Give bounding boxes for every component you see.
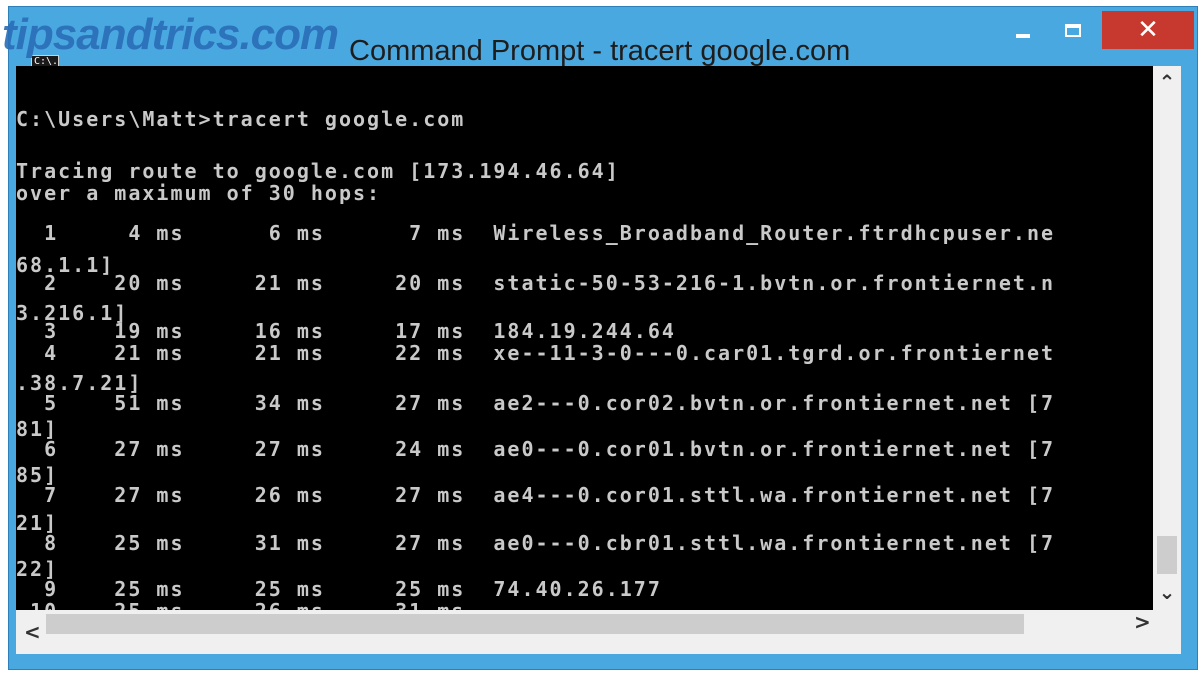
- console-line: C:\Users\Matt>tracert google.com: [16, 107, 466, 131]
- vertical-scroll-thumb[interactable]: [1157, 536, 1177, 574]
- scroll-left-arrow-icon[interactable]: <: [24, 620, 41, 644]
- window-title: Command Prompt - tracert google.com: [349, 35, 851, 67]
- horizontal-scroll-thumb[interactable]: [46, 614, 1024, 634]
- horizontal-scrollbar[interactable]: < >: [16, 610, 1181, 654]
- vertical-scrollbar[interactable]: ⌃ ⌄: [1153, 66, 1181, 610]
- close-button[interactable]: ✕: [1102, 11, 1194, 49]
- console-line: 1 4 ms 6 ms 7 ms Wireless_Broadband_Rout…: [16, 221, 1056, 245]
- console-line: 8 25 ms 31 ms 27 ms ae0---0.cbr01.sttl.w…: [16, 531, 1056, 555]
- maximize-icon: [1065, 23, 1081, 37]
- maximize-button[interactable]: [1047, 13, 1099, 47]
- console-line: over a maximum of 30 hops:: [16, 181, 382, 205]
- scroll-up-arrow-icon[interactable]: ⌃: [1153, 70, 1181, 94]
- scroll-right-arrow-icon[interactable]: >: [1134, 610, 1151, 634]
- minimize-button[interactable]: [999, 13, 1047, 47]
- console-line: 6 27 ms 27 ms 24 ms ae0---0.cor01.bvtn.o…: [16, 437, 1056, 461]
- console-line: 5 51 ms 34 ms 27 ms ae2---0.cor02.bvtn.o…: [16, 391, 1056, 415]
- console-line: 7 27 ms 26 ms 27 ms ae4---0.cor01.sttl.w…: [16, 483, 1056, 507]
- minimize-icon: [1016, 34, 1030, 38]
- watermark-logo: tipsandtrics.com: [2, 10, 339, 59]
- console-line: 3 19 ms 16 ms 17 ms 184.19.244.64: [16, 319, 676, 343]
- scroll-down-arrow-icon[interactable]: ⌄: [1153, 580, 1181, 604]
- console-line: 2 20 ms 21 ms 20 ms static-50-53-216-1.b…: [16, 271, 1056, 295]
- console-line: 10 25 ms 26 ms 31 ms: [16, 600, 465, 610]
- console-line: Tracing route to google.com [173.194.46.…: [16, 159, 620, 183]
- console-line: 9 25 ms 25 ms 25 ms 74.40.26.177: [16, 577, 662, 601]
- close-icon: ✕: [1137, 15, 1159, 45]
- console-output[interactable]: C:\Users\Matt>tracert google.com Tracing…: [16, 66, 1153, 610]
- console-line: 4 21 ms 21 ms 22 ms xe--11-3-0---0.car01…: [16, 341, 1056, 365]
